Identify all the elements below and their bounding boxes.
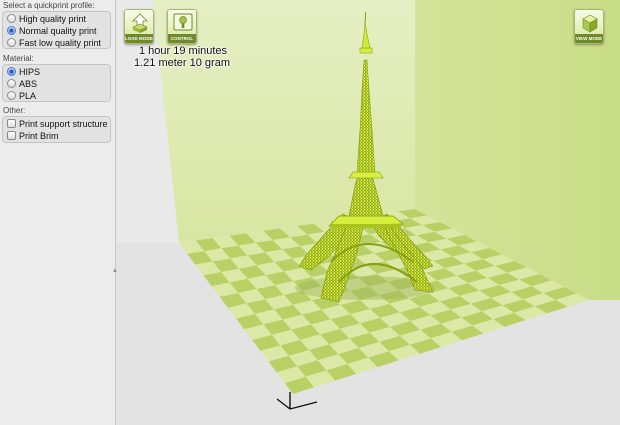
option-print-brim[interactable]: Print Brim (7, 130, 59, 141)
material-option-abs[interactable]: ABS (7, 78, 37, 89)
print-time-estimate: 1 hour 19 minutes (139, 45, 228, 57)
material-section-label: Material: (3, 54, 34, 63)
option-support-structure[interactable]: Print support structure (7, 118, 108, 129)
profile-option-fast[interactable]: Fast low quality print (7, 37, 101, 48)
radio-normal-quality[interactable] (7, 26, 16, 35)
view-mode-icon (582, 14, 598, 33)
radio-pla[interactable] (7, 91, 16, 100)
3d-viewport[interactable]: LOAD MODEL CONTROL VIEW MODE 1 hour 19 m… (117, 0, 620, 425)
view-mode-caption: VIEW MODE (575, 34, 603, 43)
print-brim-label: Print Brim (19, 130, 59, 141)
radio-abs[interactable] (7, 79, 16, 88)
radio-high-quality[interactable] (7, 14, 16, 23)
profile-option-high[interactable]: High quality print (7, 13, 86, 24)
control-icon (173, 13, 193, 31)
control-button[interactable]: CONTROL (167, 9, 197, 44)
profile-label-high: High quality print (19, 13, 87, 24)
view-mode-button[interactable]: VIEW MODE (574, 9, 604, 44)
material-label-hips: HIPS (19, 66, 41, 77)
material-label-pla: PLA (19, 90, 37, 101)
radio-hips[interactable] (7, 67, 16, 76)
material-group: HIPS ABS PLA (2, 64, 111, 102)
material-option-pla[interactable]: PLA (7, 90, 36, 101)
profile-label-normal: Normal quality print (19, 25, 97, 36)
settings-panel: Select a quickprint profile: High qualit… (0, 0, 118, 425)
profile-label-fast: Fast low quality print (19, 37, 102, 48)
material-label-abs: ABS (19, 78, 38, 89)
control-caption: CONTROL (168, 34, 196, 43)
other-group: Print support structure Print Brim (2, 116, 111, 143)
profile-group: High quality print Normal quality print … (2, 11, 111, 49)
support-structure-label: Print support structure (19, 118, 108, 129)
profile-option-normal[interactable]: Normal quality print (7, 25, 97, 36)
load-model-button[interactable]: LOAD MODEL (124, 9, 154, 44)
material-option-hips[interactable]: HIPS (7, 66, 40, 77)
load-model-icon (132, 13, 148, 33)
checkbox-print-brim[interactable] (7, 131, 16, 140)
print-material-estimate: 1.21 meter 10 gram (134, 57, 230, 69)
profile-section-label: Select a quickprint profile: (3, 1, 95, 10)
other-section-label: Other: (3, 106, 26, 115)
radio-fast-quality[interactable] (7, 38, 16, 47)
load-model-caption: LOAD MODEL (125, 34, 153, 43)
checkbox-support-structure[interactable] (7, 119, 16, 128)
